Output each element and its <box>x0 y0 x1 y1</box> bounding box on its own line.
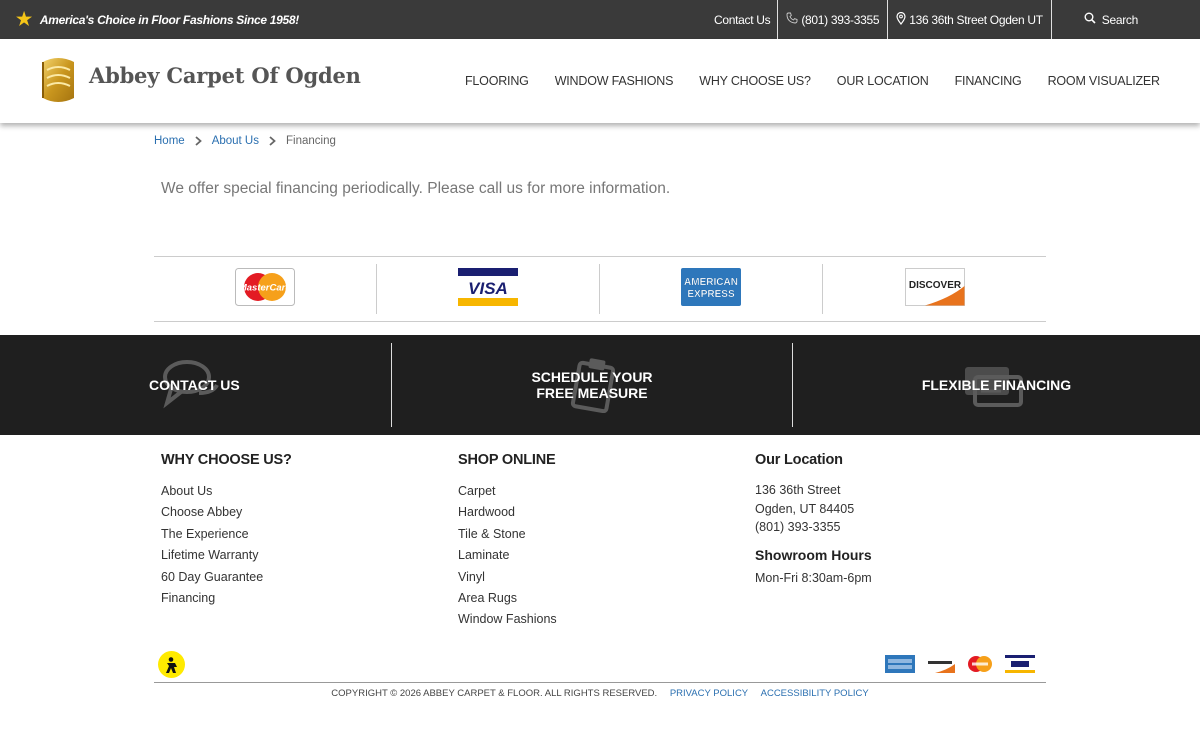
search-button[interactable]: Search <box>1052 0 1200 39</box>
nav-window-fashions[interactable]: WINDOW FASHIONS <box>555 74 674 88</box>
american-express-logo: AMERICAN EXPRESS <box>681 267 741 311</box>
breadcrumb-home[interactable]: Home <box>154 135 185 147</box>
visa-cell: VISA <box>377 264 600 314</box>
nav-flooring[interactable]: FLOORING <box>465 74 529 88</box>
nav-our-location[interactable]: OUR LOCATION <box>837 74 929 88</box>
svg-text:DISCOVER: DISCOVER <box>908 280 961 291</box>
breadcrumb: Home About Us Financing <box>154 133 336 149</box>
footer-shop-title: SHOP ONLINE <box>458 452 556 468</box>
svg-text:MasterCard: MasterCard <box>239 282 291 293</box>
breadcrumb-current: Financing <box>286 135 336 147</box>
map-pin-icon <box>896 11 906 28</box>
svg-text:EXPRESS: EXPRESS <box>687 289 735 300</box>
cta-band: CONTACT US SCHEDULE YOUR FREE MEASURE FL… <box>0 335 1200 435</box>
schedule-measure-cta[interactable]: SCHEDULE YOUR FREE MEASURE <box>392 343 792 427</box>
visa-mini-icon <box>1005 655 1035 678</box>
search-label: Search <box>1101 12 1139 27</box>
visa-logo: VISA <box>458 267 518 311</box>
tagline-text: America's Choice in Floor Fashions Since… <box>39 12 299 27</box>
address-label: 136 36th Street Ogden UT <box>909 12 1043 27</box>
footer-city: Ogden, UT 84405 <box>755 501 855 516</box>
footer-shop-online: SHOP ONLINE Carpet Hardwood Tile & Stone… <box>458 452 557 631</box>
footer-card-logos <box>885 655 1045 678</box>
schedule-measure-cta-label: SCHEDULE YOUR FREE MEASURE <box>531 369 652 401</box>
accepted-cards: MasterCard VISA AMERICAN EXPRESS DISCOVE… <box>154 256 1046 322</box>
footer-why-title: WHY CHOOSE US? <box>161 452 292 468</box>
yellow-pages-icon[interactable] <box>158 651 185 678</box>
nav-financing[interactable]: FINANCING <box>955 74 1022 88</box>
footer-link-choose-abbey[interactable]: Choose Abbey <box>161 502 292 523</box>
footer-link-financing[interactable]: Financing <box>161 588 292 609</box>
footer-location-title: Our Location <box>755 452 843 468</box>
contact-us-label: Contact Us <box>713 12 771 27</box>
mastercard-cell: MasterCard <box>154 264 377 314</box>
discover-mini-icon <box>925 655 955 678</box>
flexible-financing-cta[interactable]: FLEXIBLE FINANCING <box>793 343 1200 427</box>
footer-phone[interactable]: (801) 393-3355 <box>755 518 872 537</box>
mastercard-mini-icon <box>965 655 995 678</box>
phone-icon <box>786 12 798 27</box>
financing-intro-text: We offer special financing periodically.… <box>161 180 671 197</box>
svg-text:VISA: VISA <box>468 279 508 298</box>
footer-link-carpet[interactable]: Carpet <box>458 481 557 502</box>
mastercard-logo: MasterCard <box>235 267 295 311</box>
phone-link[interactable]: (801) 393-3355 <box>778 0 889 39</box>
contact-us-link[interactable]: Contact Us <box>706 0 779 39</box>
footer-why-choose-us: WHY CHOOSE US? About Us Choose Abbey The… <box>161 452 292 609</box>
discover-cell: DISCOVER <box>823 264 1046 314</box>
footer-hours: Mon-Fri 8:30am-6pm <box>755 571 872 586</box>
top-bar: ★ America's Choice in Floor Fashions Sin… <box>0 0 1200 39</box>
copyright-bar: COPYRIGHT © 2026 ABBEY CARPET & FLOOR. A… <box>0 688 1200 699</box>
copyright-text: COPYRIGHT © 2026 ABBEY CARPET & FLOOR. A… <box>331 688 658 699</box>
schedule-line-1: SCHEDULE YOUR <box>531 369 653 385</box>
abbey-logo[interactable] <box>40 56 77 104</box>
top-links: Contact Us (801) 393-3355 136 36th Stree… <box>706 0 1200 39</box>
chevron-right-icon <box>269 133 276 149</box>
footer-link-laminate[interactable]: Laminate <box>458 545 557 566</box>
footer-link-hardwood[interactable]: Hardwood <box>458 502 557 523</box>
brand-name[interactable]: Abbey Carpet Of Ogden <box>89 63 361 88</box>
footer-link-vinyl[interactable]: Vinyl <box>458 567 557 588</box>
footer-link-lifetime-warranty[interactable]: Lifetime Warranty <box>161 545 292 566</box>
footer-street: 136 36th Street <box>755 483 841 497</box>
footer-link-area-rugs[interactable]: Area Rugs <box>458 588 557 609</box>
footer-hours-title: Showroom Hours <box>755 547 872 564</box>
site-header: Abbey Carpet Of Ogden FLOORING WINDOW FA… <box>0 39 1200 123</box>
discover-logo: DISCOVER <box>904 267 965 311</box>
privacy-policy-link[interactable]: PRIVACY POLICY <box>670 688 748 699</box>
svg-text:AMERICAN: AMERICAN <box>684 277 738 288</box>
accessibility-policy-link[interactable]: ACCESSIBILITY POLICY <box>761 688 869 699</box>
nav-room-visualizer[interactable]: ROOM VISUALIZER <box>1048 74 1160 88</box>
footer-divider <box>154 682 1046 683</box>
address-link[interactable]: 136 36th Street Ogden UT <box>888 0 1052 39</box>
amex-cell: AMERICAN EXPRESS <box>600 264 823 314</box>
flexible-financing-cta-label: FLEXIBLE FINANCING <box>921 377 1072 393</box>
footer-link-window-fashions[interactable]: Window Fashions <box>458 609 557 630</box>
tagline: ★ America's Choice in Floor Fashions Sin… <box>16 0 299 39</box>
amex-mini-icon <box>885 655 915 678</box>
phone-label: (801) 393-3355 <box>801 12 880 27</box>
footer-link-the-experience[interactable]: The Experience <box>161 524 292 545</box>
footer-location: Our Location 136 36th Street Ogden, UT 8… <box>755 452 872 588</box>
footer-link-tile-stone[interactable]: Tile & Stone <box>458 524 557 545</box>
nav-why-choose-us[interactable]: WHY CHOOSE US? <box>699 74 811 88</box>
search-icon <box>1084 12 1096 27</box>
schedule-line-2: FREE MEASURE <box>536 385 648 401</box>
breadcrumb-about-us[interactable]: About Us <box>212 135 259 147</box>
chevron-right-icon <box>195 133 202 149</box>
footer-link-60-day-guarantee[interactable]: 60 Day Guarantee <box>161 567 292 588</box>
main-nav: FLOORING WINDOW FASHIONS WHY CHOOSE US? … <box>465 39 1160 123</box>
footer-link-about-us[interactable]: About Us <box>161 481 292 502</box>
contact-us-cta[interactable]: CONTACT US <box>0 343 391 427</box>
star-icon: ★ <box>16 9 32 29</box>
contact-us-cta-label: CONTACT US <box>149 377 240 393</box>
